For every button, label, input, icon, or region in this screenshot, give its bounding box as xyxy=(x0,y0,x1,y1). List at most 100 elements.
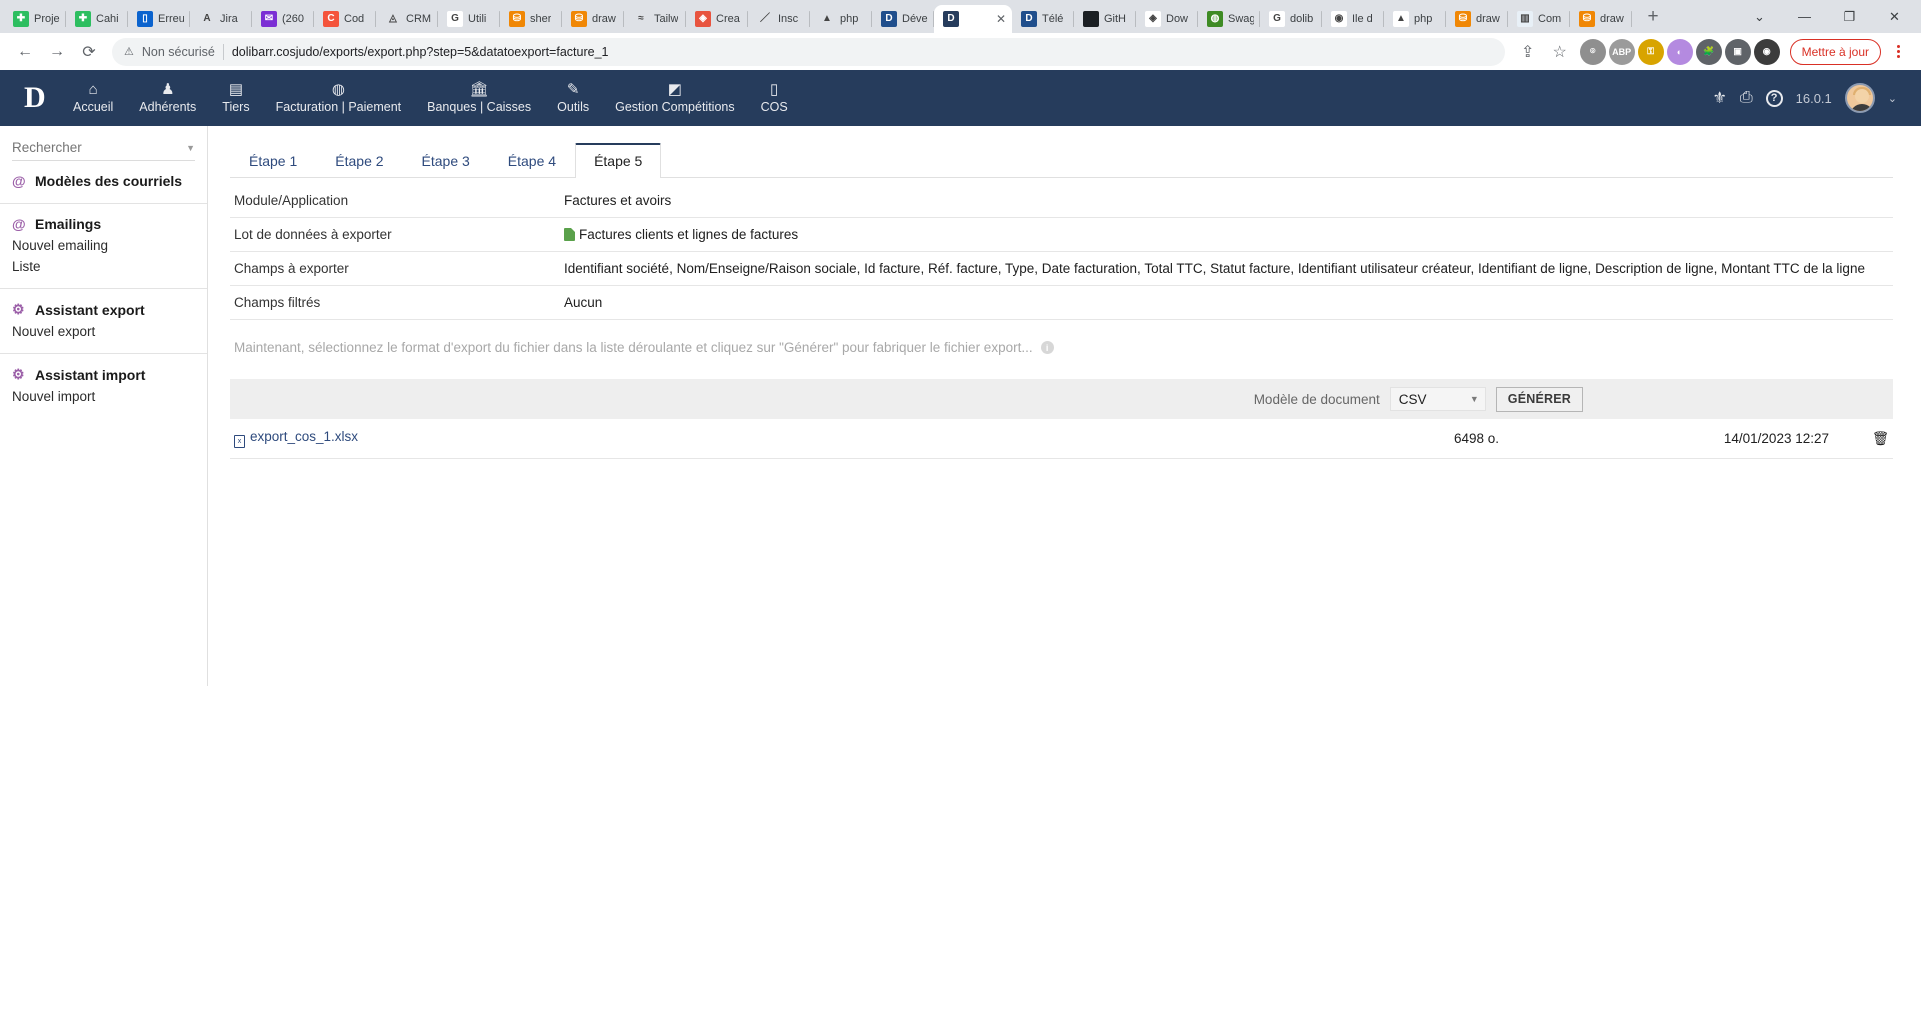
puzzle-extensions-menu[interactable]: 🧩 xyxy=(1695,38,1722,65)
topmenu-item-cos[interactable]: ▯ COS xyxy=(748,82,801,114)
browser-tab[interactable]: ▥ Com xyxy=(1508,5,1570,33)
pocket-extension[interactable]: ⌾ xyxy=(1579,38,1606,65)
main-content: Étape 1 Étape 2 Étape 3 Étape 4 Étape 5 Modu… xyxy=(208,126,1921,1033)
address-bar[interactable]: ⚠ Non sécurisé dolibarr.cosjudo/exports/… xyxy=(112,37,1505,66)
tab-etape-1[interactable]: Étape 1 xyxy=(230,144,316,178)
browser-tab[interactable]: ◍ Swag xyxy=(1198,5,1260,33)
sidebar-group: @ Emailings Nouvel emailing Liste xyxy=(0,204,207,289)
delete-file-icon[interactable]: 🗑 xyxy=(1833,419,1893,459)
topmenu-item-tiers[interactable]: ▤ Tiers xyxy=(209,82,262,114)
browser-tab[interactable]: ◈ Dow xyxy=(1136,5,1198,33)
sidebar-link-nouvel-export[interactable]: Nouvel export xyxy=(12,320,195,341)
keeper-extension[interactable]: ⚿ xyxy=(1637,38,1664,65)
topmenu-item-outils[interactable]: ✎ Outils xyxy=(544,82,602,114)
browser-tab-title: draw xyxy=(1600,13,1624,25)
browser-tab[interactable]: G Utili xyxy=(438,5,500,33)
browser-tab[interactable]: D Télé xyxy=(1012,5,1074,33)
browser-tab[interactable]: ⛁ sher xyxy=(500,5,562,33)
browser-tab[interactable]: D ✕ xyxy=(934,5,1012,33)
sidebar-item-assistant-import[interactable]: ⚙ Assistant import xyxy=(12,366,195,385)
summary-row-label: Champs à exporter xyxy=(230,251,560,286)
browser-tab-title: draw xyxy=(592,13,616,25)
bug-icon[interactable]: ⚜ xyxy=(1712,88,1726,108)
print-icon[interactable]: ⎙ xyxy=(1740,89,1753,107)
sidepanel-icon[interactable]: ▣ xyxy=(1724,38,1751,65)
tab-search-icon[interactable]: ⌄ xyxy=(1737,0,1782,33)
browser-tab[interactable]: ◈ Crea xyxy=(686,5,748,33)
reload-button[interactable]: ⟳ xyxy=(74,37,104,67)
browser-tab[interactable]: C Cod xyxy=(314,5,376,33)
browser-tab[interactable]: ／ Insc xyxy=(748,5,810,33)
browser-tabs: ✚ Proje ✚ Cahi ▯ Erreu A Jira ✉ (260 C Cod ◬ CRM G Util… xyxy=(4,5,1632,33)
share-icon[interactable]: ⇪ xyxy=(1513,37,1543,67)
topmenu-item-banques-caisses[interactable]: 🏛 Banques | Caisses xyxy=(414,82,544,114)
browser-tab[interactable]: ≈ Tailw xyxy=(624,5,686,33)
browser-tab-title: Insc xyxy=(778,13,799,25)
forward-button[interactable]: → xyxy=(42,37,72,67)
topmenu-item-adh-rents[interactable]: ♟ Adhérents xyxy=(126,82,209,114)
browser-tab[interactable]: Gdolib xyxy=(1260,5,1322,33)
topmenu-item-facturation-paiement[interactable]: ◍ Facturation | Paiement xyxy=(263,82,415,114)
browser-tab[interactable]: ⛁ draw xyxy=(562,5,624,33)
chart-icon: ▥ xyxy=(1517,11,1533,27)
topmenu-item-accueil[interactable]: ⌂ Accueil xyxy=(60,82,126,114)
back-button[interactable]: ← xyxy=(10,37,40,67)
home-icon: ⌂ xyxy=(88,81,98,98)
window-maximize-button[interactable]: ❐ xyxy=(1827,0,1872,33)
browser-tab[interactable]: ▯ Erreu xyxy=(128,5,190,33)
topmenu-item-label: Gestion Compétitions xyxy=(615,100,735,114)
browser-tab[interactable]: ✉ (260 xyxy=(252,5,314,33)
dataset-icon xyxy=(564,228,575,241)
sidebar-link-nouvel-import[interactable]: Nouvel import xyxy=(12,385,195,406)
help-icon[interactable]: ? xyxy=(1765,89,1783,107)
theme-extension[interactable]: ◐ xyxy=(1666,38,1693,65)
browser-tab[interactable]: ▲ php xyxy=(810,5,872,33)
tab-close-icon[interactable]: ✕ xyxy=(996,12,1006,26)
chevron-down-icon[interactable]: ▼ xyxy=(186,143,195,153)
search-input[interactable] xyxy=(12,140,162,155)
sidebar-group: ⚙ Assistant export Nouvel export xyxy=(0,289,207,354)
app-body: ▼ @ Modèles des courriels @ Emailings Nouvel… xyxy=(0,126,1921,1033)
document-model-select[interactable]: CSV ▼ xyxy=(1389,387,1486,411)
excel-file-icon: x xyxy=(234,435,245,448)
browser-toolbar: ← → ⟳ ⚠ Non sécurisé dolibarr.cosjudo/ex… xyxy=(0,33,1921,70)
generate-button[interactable]: GÉNÉRER xyxy=(1495,386,1583,412)
browser-tab[interactable]: ✚ Proje xyxy=(4,5,66,33)
chevron-down-icon[interactable]: ⌄ xyxy=(1888,92,1897,105)
tab-etape-2[interactable]: Étape 2 xyxy=(316,144,402,178)
window-minimize-button[interactable]: — xyxy=(1782,0,1827,33)
tab-etape-4[interactable]: Étape 4 xyxy=(489,144,575,178)
window-close-button[interactable]: ✕ xyxy=(1872,0,1917,33)
search-box[interactable]: ▼ xyxy=(12,140,195,161)
browser-tab[interactable]: ⛁ draw xyxy=(1446,5,1508,33)
adblockplus-extension[interactable]: ABP xyxy=(1608,38,1635,65)
summary-row-label: Lot de données à exporter xyxy=(230,217,560,252)
bookmark-star-icon[interactable]: ☆ xyxy=(1545,37,1575,67)
tab-etape-3[interactable]: Étape 3 xyxy=(403,144,489,178)
sidebar-item-mod-les-des-courriels[interactable]: @ Modèles des courriels xyxy=(12,173,195,191)
update-browser-button[interactable]: Mettre à jour xyxy=(1789,38,1881,65)
dolibarr-logo[interactable]: D xyxy=(14,83,60,113)
sidebar-link-liste[interactable]: Liste xyxy=(12,255,195,276)
avatar[interactable] xyxy=(1844,83,1875,113)
browser-tab[interactable]: ◬ CRM xyxy=(376,5,438,33)
browser-tab[interactable]: ▲ php xyxy=(1384,5,1446,33)
topmenu-item-gestion-comp-titions[interactable]: ◩ Gestion Compétitions xyxy=(602,82,748,114)
profile-avatar[interactable]: ◉ xyxy=(1753,38,1780,65)
sidebar-search-wrapper: ▼ xyxy=(0,126,207,161)
tab-etape-5[interactable]: Étape 5 xyxy=(575,143,662,178)
sidebar-item-emailings[interactable]: @ Emailings xyxy=(12,216,195,234)
browser-tab[interactable]: ⛁ draw xyxy=(1570,5,1632,33)
topmenu-item-label: Tiers xyxy=(222,100,250,114)
sidebar-item-assistant-export[interactable]: ⚙ Assistant export xyxy=(12,301,195,320)
browser-tab[interactable]: ✚ Cahi xyxy=(66,5,128,33)
info-icon[interactable]: i xyxy=(1040,341,1054,354)
file-download-link[interactable]: export_cos_1.xlsx xyxy=(250,429,358,444)
new-tab-button[interactable]: + xyxy=(1639,3,1667,31)
browser-tab[interactable]: A Jira xyxy=(190,5,252,33)
browser-tab[interactable]: GitH xyxy=(1074,5,1136,33)
browser-tab[interactable]: D Déve xyxy=(872,5,934,33)
browser-menu-icon[interactable] xyxy=(1885,45,1911,58)
sidebar-link-nouvel-emailing[interactable]: Nouvel emailing xyxy=(12,234,195,255)
browser-tab[interactable]: ◉ Ile d xyxy=(1322,5,1384,33)
